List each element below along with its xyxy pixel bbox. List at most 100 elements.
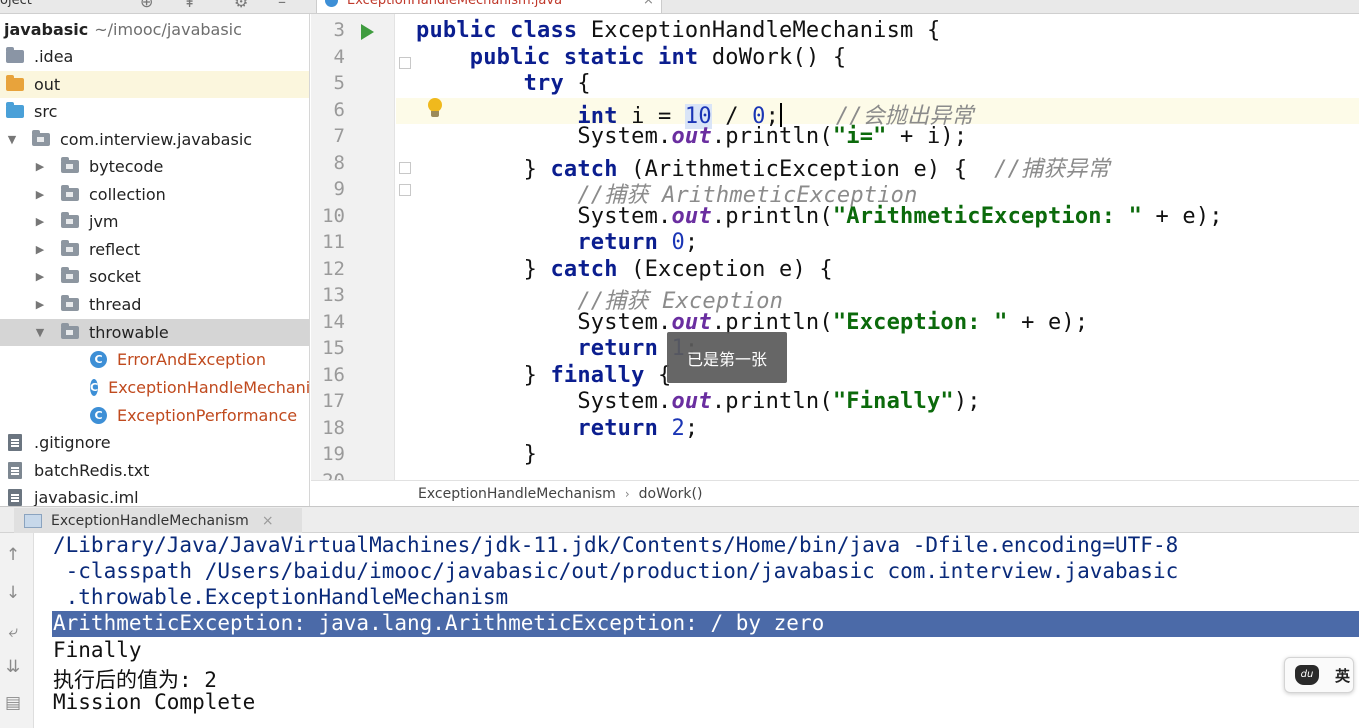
java-class-icon (325, 0, 338, 7)
tree-item-exception-performance[interactable]: C ExceptionPerformance (0, 402, 309, 429)
line-number: 14 (322, 311, 345, 333)
tree-item-label: collection (89, 185, 166, 204)
tree-item-package-root[interactable]: ▼ com.interview.javabasic (0, 126, 309, 153)
editor-tab[interactable]: ExceptionHandleMechanism.java × (316, 0, 662, 13)
chevron-down-icon[interactable]: ▼ (6, 133, 18, 146)
java-class-icon: C (90, 351, 107, 368)
breadcrumb-class[interactable]: ExceptionHandleMechanism (418, 486, 616, 502)
run-console[interactable]: ↑ ↓ ⤶ ⇊ ▤ /Library/Java/JavaVirtualMachi… (0, 533, 1359, 728)
tree-item-label: .gitignore (34, 433, 111, 452)
toast-tooltip: 已是第一张 (667, 332, 787, 383)
tree-item-label: ErrorAndException (117, 350, 266, 369)
tree-item-collection[interactable]: ▶ collection (0, 181, 309, 208)
project-tree: javabasic ~/imooc/javabasic .idea out sr… (0, 14, 310, 506)
tree-item-throwable[interactable]: ▼ throwable (0, 319, 309, 346)
fold-icon[interactable] (399, 162, 411, 174)
tree-item-reflect[interactable]: ▶ reflect (0, 236, 309, 263)
run-tab[interactable]: ExceptionHandleMechanism × (14, 508, 302, 533)
tree-item-error-and-exception[interactable]: C ErrorAndException (0, 346, 309, 373)
code-line: public static int doWork() { (469, 45, 847, 70)
baidu-ime-icon: du (1295, 665, 1319, 685)
run-icon[interactable] (361, 24, 374, 40)
run-config-icon (24, 513, 42, 528)
tree-item-batchredis[interactable]: batchRedis.txt (0, 457, 309, 484)
line-number: 8 (333, 152, 345, 174)
tree-item-jvm[interactable]: ▶ jvm (0, 208, 309, 235)
tree-item-label: ExceptionHandleMechanism (108, 378, 310, 397)
close-icon[interactable]: × (643, 0, 654, 8)
gear-icon[interactable]: ⚙ (234, 0, 248, 11)
console-toolbar: ↑ ↓ ⤶ ⇊ ▤ (0, 533, 34, 728)
tree-item-label: thread (89, 295, 142, 314)
line-number: 19 (322, 443, 345, 465)
input-method-widget[interactable]: du 英 (1284, 657, 1354, 693)
project-view-label[interactable]: oject (0, 0, 32, 8)
package-icon (61, 185, 79, 201)
line-number: 5 (333, 72, 345, 94)
soft-wrap-icon[interactable]: ⤶ (3, 622, 23, 642)
line-number: 10 (322, 205, 345, 227)
fold-icon[interactable] (399, 184, 411, 196)
collapse-icon[interactable]: ⇞ (183, 0, 196, 11)
breadcrumb-method[interactable]: doWork() (639, 486, 703, 502)
chevron-right-icon[interactable]: ▶ (34, 270, 46, 283)
tree-root[interactable]: javabasic ~/imooc/javabasic (0, 16, 309, 43)
top-toolbar: oject ⊕ ⇞ ⚙ – ExceptionHandleMechanism.j… (0, 0, 1359, 14)
line-number: 17 (322, 390, 345, 412)
console-line: -classpath /Users/baidu/imooc/javabasic/… (53, 559, 1179, 583)
tree-item-exception-handle-mechanism[interactable]: C ExceptionHandleMechanism (0, 374, 310, 401)
up-arrow-icon[interactable]: ↑ (3, 545, 23, 565)
code-line: public class ExceptionHandleMechanism { (416, 18, 941, 43)
code-line: } (523, 442, 538, 467)
tree-item-out[interactable]: out (0, 71, 309, 98)
chevron-right-icon[interactable]: ▶ (34, 188, 46, 201)
chevron-right-icon[interactable]: ▶ (34, 160, 46, 173)
tree-item-idea[interactable]: .idea (0, 43, 309, 70)
close-icon[interactable]: × (262, 513, 274, 529)
line-number: 15 (322, 337, 345, 359)
target-icon[interactable]: ⊕ (140, 0, 153, 11)
line-number: 20 (311, 470, 345, 480)
hide-icon[interactable]: – (278, 0, 286, 11)
tree-item-gitignore[interactable]: .gitignore (0, 429, 309, 456)
code-editor[interactable]: 3 4 5 6 7 8 9 10 11 12 13 14 15 16 17 18… (311, 14, 1359, 480)
code-line: System.out.println("Finally"); (577, 389, 981, 414)
run-tool-bar: ExceptionHandleMechanism × (0, 506, 1359, 533)
tree-item-socket[interactable]: ▶ socket (0, 263, 309, 290)
fold-icon[interactable] (399, 57, 411, 69)
package-icon (32, 130, 50, 146)
package-icon (61, 157, 79, 173)
breadcrumb-separator: › (624, 486, 630, 501)
code-line: return 0; (577, 230, 699, 255)
breadcrumb: ExceptionHandleMechanism › doWork() (311, 480, 1359, 506)
tree-item-label: .idea (34, 47, 74, 66)
tree-item-src[interactable]: src (0, 98, 309, 125)
code-line: return 2; (577, 416, 699, 441)
code-line: try { (523, 71, 591, 96)
print-icon[interactable]: ▤ (3, 693, 23, 713)
tree-item-thread[interactable]: ▶ thread (0, 291, 309, 318)
java-class-icon: C (90, 379, 99, 396)
line-number: 6 (333, 99, 345, 121)
tree-item-label: bytecode (89, 157, 164, 176)
chevron-down-icon[interactable]: ▼ (34, 326, 46, 339)
down-arrow-icon[interactable]: ↓ (3, 583, 23, 603)
tree-item-iml[interactable]: javabasic.iml (0, 484, 309, 506)
scroll-to-end-icon[interactable]: ⇊ (3, 657, 23, 677)
line-number: 16 (322, 364, 345, 386)
chevron-right-icon[interactable]: ▶ (34, 243, 46, 256)
folder-icon (6, 75, 24, 91)
line-number: 3 (333, 19, 345, 41)
code-line: System.out.println("i=" + i); (577, 124, 968, 149)
package-icon (61, 267, 79, 283)
line-number: 11 (322, 231, 345, 253)
chevron-right-icon[interactable]: ▶ (34, 215, 46, 228)
line-number: 13 (322, 284, 345, 306)
ime-language-label[interactable]: 英 (1335, 665, 1350, 686)
tree-item-label: jvm (89, 212, 119, 231)
editor-tab-label: ExceptionHandleMechanism.java (347, 0, 563, 8)
tree-item-bytecode[interactable]: ▶ bytecode (0, 153, 309, 180)
package-icon (61, 295, 79, 311)
source-folder-icon (6, 102, 24, 118)
chevron-right-icon[interactable]: ▶ (34, 298, 46, 311)
